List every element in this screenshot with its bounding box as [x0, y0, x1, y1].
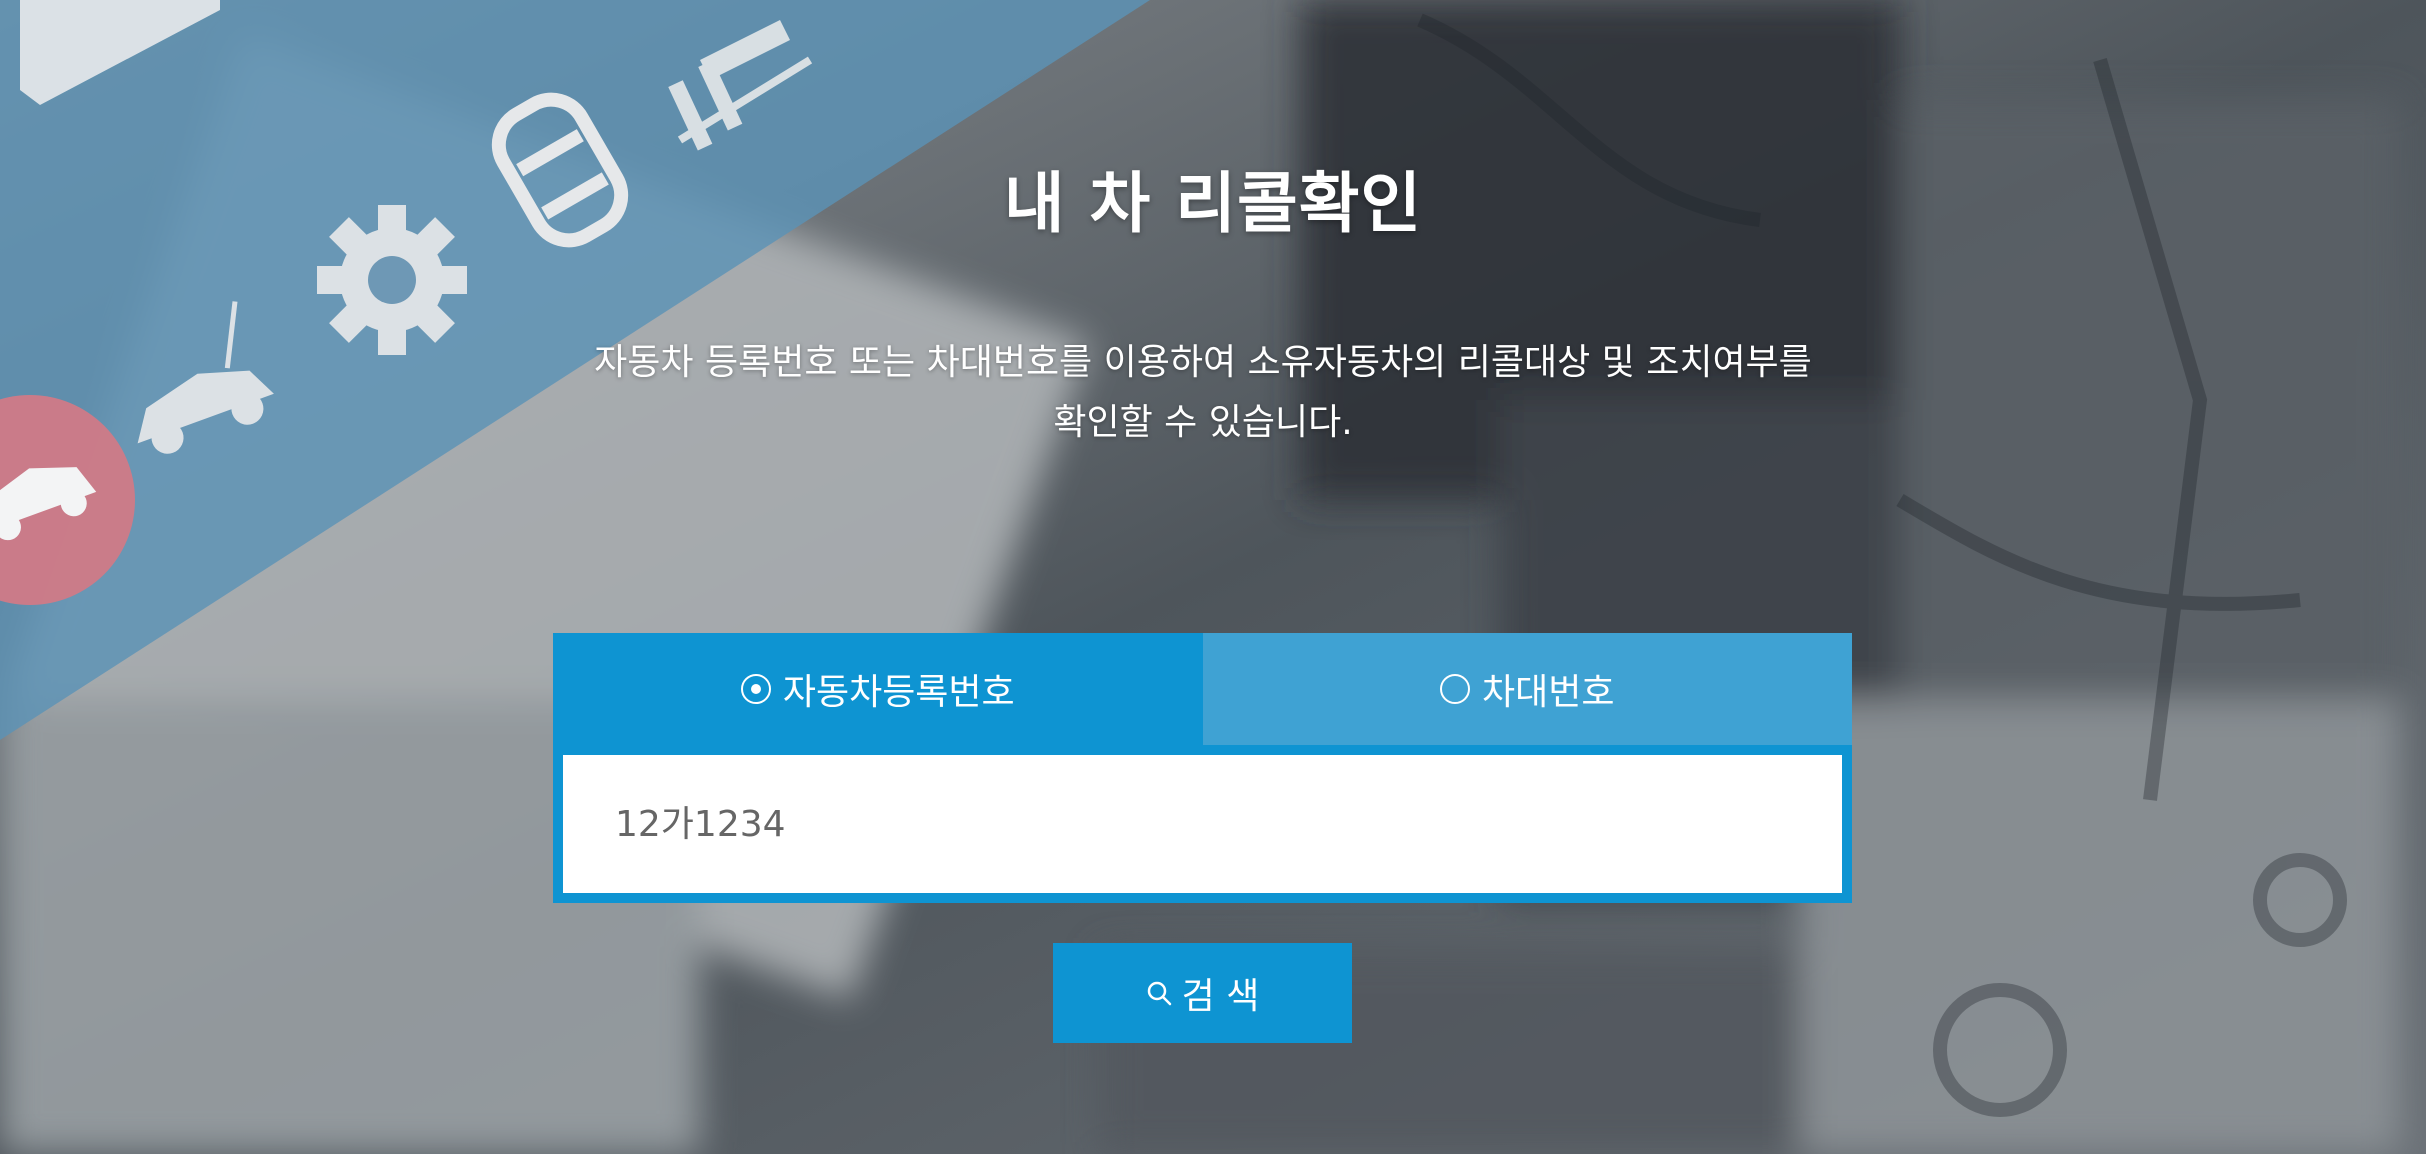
tab-label: 차대번호	[1482, 672, 1615, 713]
page-description: 자동차 등록번호 또는 차대번호를 이용하여 소유자동차의 리콜대상 및 조치여…	[540, 333, 1866, 453]
search-input-frame	[553, 745, 1852, 903]
tab-registration-number[interactable]: 자동차등록번호	[553, 633, 1203, 745]
search-input[interactable]	[563, 755, 1842, 893]
radio-selected-icon	[740, 674, 771, 704]
tab-vin[interactable]: 차대번호	[1202, 633, 1852, 745]
search-icon	[1147, 981, 1171, 1006]
description-line-1: 자동차 등록번호 또는 차대번호를 이용하여 소유자동차의 리콜대상 및 조치여…	[594, 342, 1812, 383]
search-type-tabs: 자동차등록번호 차대번호	[553, 633, 1852, 745]
tab-label: 자동차등록번호	[782, 672, 1015, 713]
radio-unselected-icon	[1440, 674, 1470, 704]
description-line-2: 확인할 수 있습니다.	[1053, 402, 1353, 443]
search-button[interactable]: 검 색	[1053, 943, 1352, 1043]
page-title: 내 차 리콜확인	[1003, 165, 1423, 242]
recall-search-form: 자동차등록번호 차대번호	[553, 633, 1852, 903]
search-button-label: 검 색	[1181, 976, 1260, 1017]
